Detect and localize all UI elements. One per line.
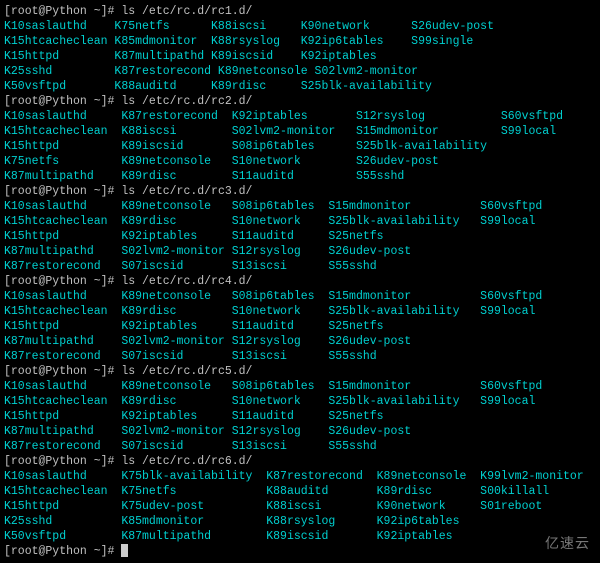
command: ls /etc/rc.d/rc3.d/ xyxy=(121,185,252,198)
listing-row: K87restorecond S07iscsid S13iscsi S55ssh… xyxy=(4,349,596,364)
prompt-line: [root@Python ~]# ls /etc/rc.d/rc3.d/ xyxy=(4,184,596,199)
listing-row: K15httpd K75udev-post K88iscsi K90networ… xyxy=(4,499,596,514)
prompt-line: [root@Python ~]# ls /etc/rc.d/rc5.d/ xyxy=(4,364,596,379)
listing-row: K15htcacheclean K89rdisc S10network S25b… xyxy=(4,214,596,229)
listing-row: K87multipathd K89rdisc S11auditd S55sshd xyxy=(4,169,596,184)
watermark: 亿速云 xyxy=(545,536,590,551)
listing-row: K10saslauthd K89netconsole S08ip6tables … xyxy=(4,199,596,214)
shell-prompt: [root@Python ~]# xyxy=(4,5,121,18)
listing-row: K10saslauthd K87restorecond K92iptables … xyxy=(4,109,596,124)
listing-row: K15htcacheclean K85mdmonitor K88rsyslog … xyxy=(4,34,596,49)
listing-row: K87restorecond S07iscsid S13iscsi S55ssh… xyxy=(4,259,596,274)
listing-row: K15httpd K92iptables S11auditd S25netfs xyxy=(4,409,596,424)
command: ls /etc/rc.d/rc4.d/ xyxy=(121,275,252,288)
command: ls /etc/rc.d/rc6.d/ xyxy=(121,455,252,468)
listing-row: K15httpd K87multipathd K89iscsid K92ipta… xyxy=(4,49,596,64)
shell-prompt: [root@Python ~]# xyxy=(4,185,121,198)
listing-row: K87multipathd S02lvm2-monitor S12rsyslog… xyxy=(4,244,596,259)
terminal-output[interactable]: [root@Python ~]# ls /etc/rc.d/rc1.d/K10s… xyxy=(4,4,596,559)
prompt-line: [root@Python ~]# ls /etc/rc.d/rc1.d/ xyxy=(4,4,596,19)
listing-row: K15htcacheclean K75netfs K88auditd K89rd… xyxy=(4,484,596,499)
listing-row: K10saslauthd K89netconsole S08ip6tables … xyxy=(4,289,596,304)
prompt-line: [root@Python ~]# ls /etc/rc.d/rc2.d/ xyxy=(4,94,596,109)
listing-row: K75netfs K89netconsole S10network S26ude… xyxy=(4,154,596,169)
listing-row: K15htcacheclean K88iscsi S02lvm2-monitor… xyxy=(4,124,596,139)
listing-row: K10saslauthd K89netconsole S08ip6tables … xyxy=(4,379,596,394)
prompt-line: [root@Python ~]# ls /etc/rc.d/rc4.d/ xyxy=(4,274,596,289)
listing-row: K25sshd K87restorecond K89netconsole S02… xyxy=(4,64,596,79)
listing-row: K10saslauthd K75blk-availability K87rest… xyxy=(4,469,596,484)
shell-prompt: [root@Python ~]# xyxy=(4,365,121,378)
command: ls /etc/rc.d/rc1.d/ xyxy=(121,5,252,18)
shell-prompt: [root@Python ~]# xyxy=(4,95,121,108)
shell-prompt: [root@Python ~]# xyxy=(4,455,121,468)
shell-prompt: [root@Python ~]# xyxy=(4,275,121,288)
listing-row: K87restorecond S07iscsid S13iscsi S55ssh… xyxy=(4,439,596,454)
listing-row: K87multipathd S02lvm2-monitor S12rsyslog… xyxy=(4,334,596,349)
listing-row: K15httpd K92iptables S11auditd S25netfs xyxy=(4,319,596,334)
listing-row: K50vsftpd K87multipathd K89iscsid K92ipt… xyxy=(4,529,596,544)
listing-row: K10saslauthd K75netfs K88iscsi K90networ… xyxy=(4,19,596,34)
command: ls /etc/rc.d/rc5.d/ xyxy=(121,365,252,378)
cursor xyxy=(121,544,128,557)
listing-row: K87multipathd S02lvm2-monitor S12rsyslog… xyxy=(4,424,596,439)
listing-row: K50vsftpd K88auditd K89rdisc S25blk-avai… xyxy=(4,79,596,94)
listing-row: K15htcacheclean K89rdisc S10network S25b… xyxy=(4,394,596,409)
listing-row: K15htcacheclean K89rdisc S10network S25b… xyxy=(4,304,596,319)
command: ls /etc/rc.d/rc2.d/ xyxy=(121,95,252,108)
listing-row: K15httpd K92iptables S11auditd S25netfs xyxy=(4,229,596,244)
prompt-line: [root@Python ~]# ls /etc/rc.d/rc6.d/ xyxy=(4,454,596,469)
listing-row: K15httpd K89iscsid S08ip6tables S25blk-a… xyxy=(4,139,596,154)
listing-row: K25sshd K85mdmonitor K88rsyslog K92ip6ta… xyxy=(4,514,596,529)
shell-prompt: [root@Python ~]# xyxy=(4,545,121,558)
